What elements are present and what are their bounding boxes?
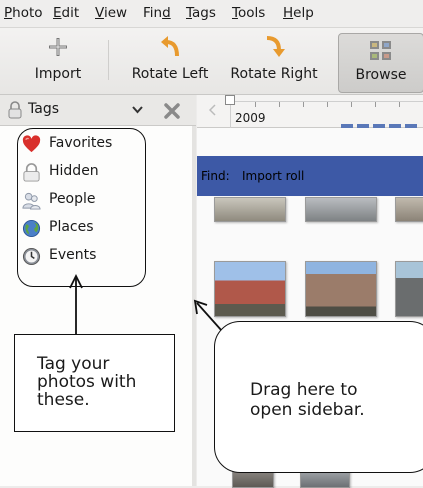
callout-line: these. [37, 390, 90, 410]
callout-line: Drag here to [250, 380, 358, 400]
drag-instruction-callout: Drag here to open sidebar. [214, 321, 423, 473]
callout-line: Tag your [37, 354, 110, 374]
callout-line: photos with [37, 372, 137, 392]
callout-line: open sidebar. [250, 400, 365, 420]
tag-instruction-callout: Tag your photos with these. [14, 334, 175, 432]
